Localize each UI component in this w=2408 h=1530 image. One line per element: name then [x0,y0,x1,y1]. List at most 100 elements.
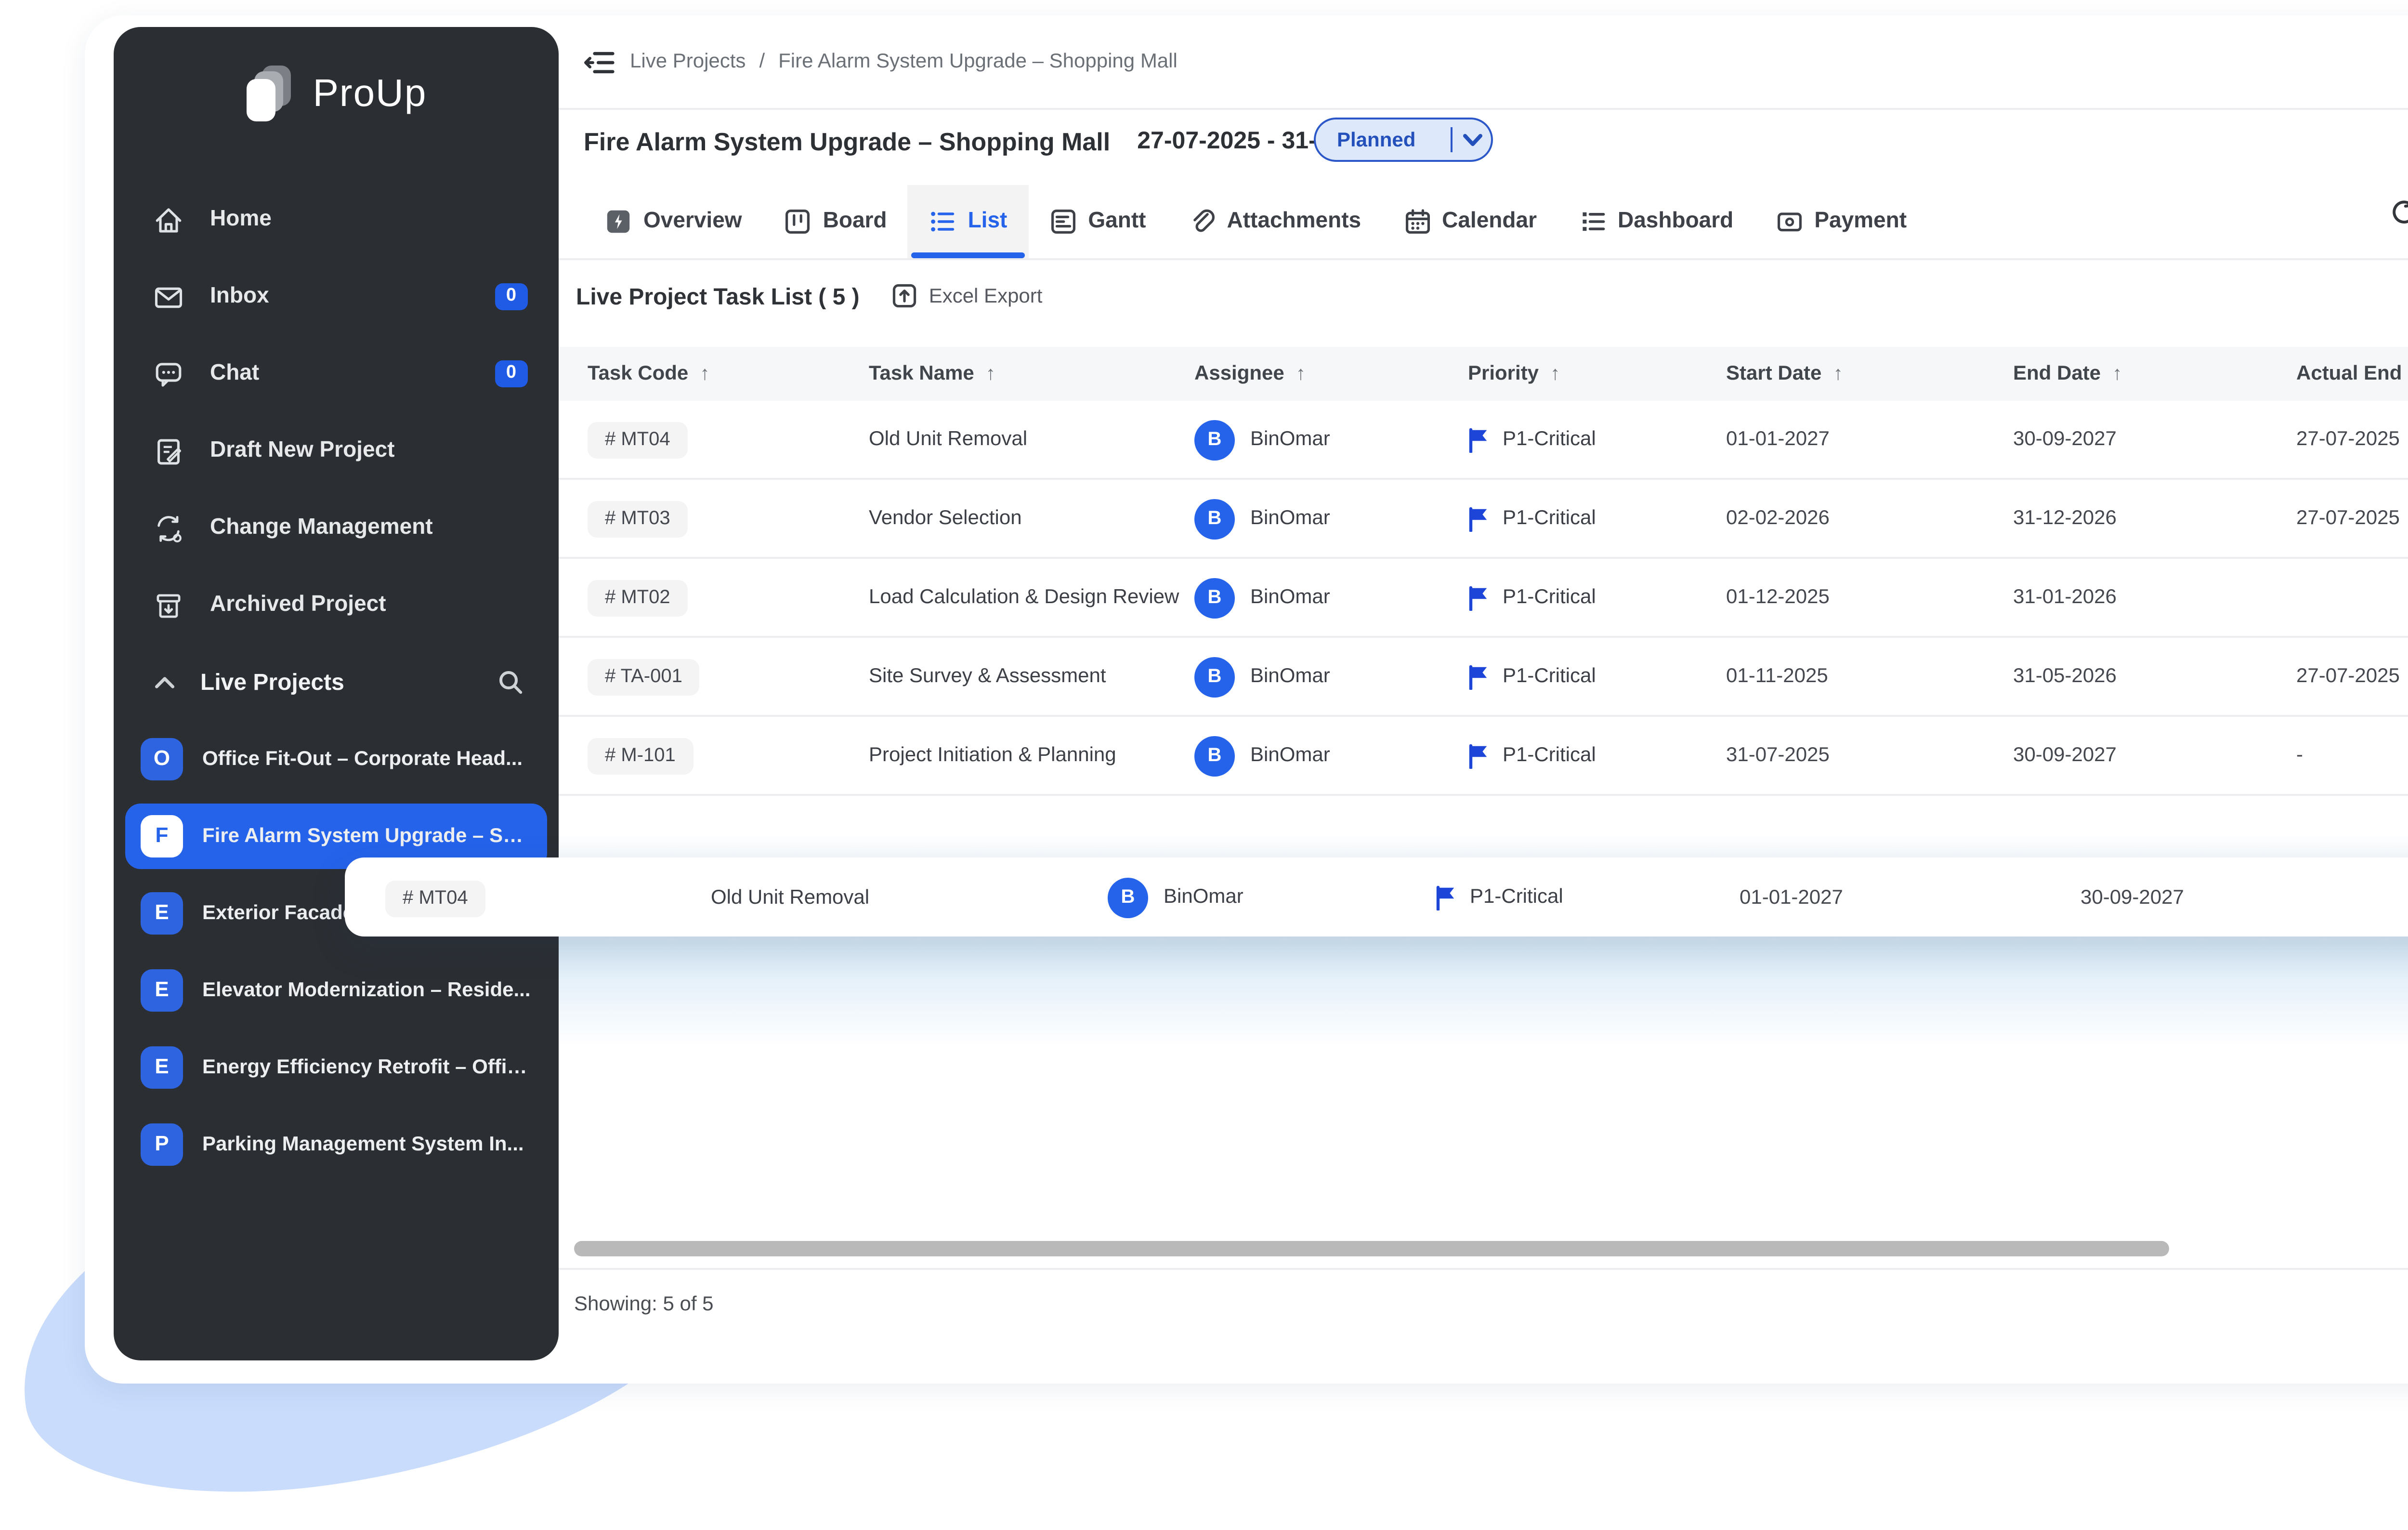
task-name[interactable]: Load Calculation & Design Review [869,586,1194,609]
task-name[interactable]: Old Unit Removal [869,428,1194,451]
refresh-icon[interactable] [2388,197,2408,227]
assignee-avatar: B [1194,656,1235,697]
column-header[interactable]: Actual End Date↑ [2296,362,2408,385]
excel-export-button[interactable]: Excel Export [892,283,1043,308]
chevron-down-icon [1461,132,1482,147]
table-row[interactable]: # MT02 Load Calculation & Design Review … [559,559,2408,638]
sidebar-item-inbox[interactable]: Inbox 0 [114,258,559,335]
tab-attachments[interactable]: Attachments [1167,185,1383,258]
column-header[interactable]: Start Date↑ [1726,362,2013,385]
excel-export-label: Excel Export [929,284,1043,307]
project-item-elevator-modernization[interactable]: E Elevator Modernization – Reside... [125,952,547,1029]
task-list-header: Live Project Task List ( 5 ) Excel Expor… [559,260,2408,331]
priority-label: P1-Critical [1503,665,1596,688]
dashboard-icon [1579,208,1606,235]
column-header[interactable]: End Date↑ [2013,362,2296,385]
tab-label: Payment [1814,210,1907,233]
task-code-chip: # M-101 [588,738,693,775]
tab-overview[interactable]: Overview [584,185,763,258]
tab-list[interactable]: List [908,185,1029,258]
tab-label: Overview [643,210,742,233]
horizontal-scrollbar-thumb[interactable] [574,1241,2169,1256]
showing-count: Showing: 5 of 5 [574,1293,714,1316]
project-title: Fire Alarm System Upgrade – Shopping Mal… [584,126,1110,155]
live-projects-section-header[interactable]: Live Projects [114,644,559,721]
table-row[interactable]: # MT03 Vendor Selection BBinOmar P1-Crit… [559,480,2408,559]
gantt-icon [1049,208,1076,235]
sidebar-item-archived-project[interactable]: Archived Project [114,567,559,644]
chat-count-badge: 0 [495,361,528,387]
change-icon [152,512,185,544]
tab-dashboard[interactable]: Dashboard [1558,185,1754,258]
assignee-name: BinOmar [1250,665,1330,688]
column-header[interactable]: Assignee↑ [1194,362,1468,385]
priority-flag-icon [1468,427,1489,452]
tab-payment[interactable]: Payment [1754,185,1928,258]
priority-label: P1-Critical [1503,744,1596,767]
end-date: 30-09-2027 [2013,428,2296,451]
table-row[interactable]: # TA-001 Site Survey & Assessment B BinOm… [559,638,2408,717]
project-initial-badge: P [141,1123,183,1166]
start-date: 01-12-2025 [1726,586,2013,609]
sidebar-item-home[interactable]: Home [114,181,559,258]
project-status-value: Planned [1316,128,1451,151]
dragged-task-row[interactable]: # MT04 Old Unit Removal BBinOmar P1-Crit… [345,857,2408,936]
project-initial-badge: E [141,969,183,1012]
sort-arrow-icon: ↑ [986,364,995,385]
inbox-icon [152,280,185,313]
project-label: Energy Efficiency Retrofit – Offic... [202,1056,532,1079]
column-header[interactable]: Task Name↑ [869,362,1194,385]
column-header[interactable]: Priority↑ [1468,362,1726,385]
tab-board[interactable]: Board [763,185,908,258]
table-row[interactable]: # M-101 Project Initiation & Planning BB… [559,717,2408,796]
start-date: 01-11-2025 [1726,665,2013,688]
project-initial-badge: F [141,815,183,857]
project-list: O Office Fit-Out – Corporate Head... F F… [114,721,559,1183]
project-item-parking-management[interactable]: P Parking Management System In... [125,1106,547,1183]
project-item-office-fit-out[interactable]: O Office Fit-Out – Corporate Head... [125,721,547,798]
task-code-chip: # TA-001 [588,659,700,696]
tab-gantt[interactable]: Gantt [1028,185,1167,258]
priority-label: P1-Critical [1503,428,1596,451]
app-logo[interactable]: ProUp [114,62,559,127]
home-icon [152,203,185,236]
sidebar-item-label: Home [210,208,528,231]
board-icon [785,208,811,235]
actual-end-date: 27-07-2025 [2296,665,2408,688]
breadcrumb-item[interactable]: Live Projects [630,50,746,73]
payment-icon [1776,208,1803,235]
sidebar-item-change-management[interactable]: Change Management [114,489,559,567]
assignee-avatar: B [1194,735,1235,776]
assignee-avatar: B [1194,498,1235,539]
column-header[interactable]: Task Code↑ [588,362,869,385]
project-item-energy-efficiency-retrofit[interactable]: E Energy Efficiency Retrofit – Offic... [125,1029,547,1106]
sidebar-item-chat[interactable]: Chat 0 [114,335,559,412]
project-status-dropdown[interactable]: Planned [1314,118,1493,162]
sort-arrow-icon: ↑ [1296,364,1306,385]
tab-label: Attachments [1227,210,1361,233]
paperclip-icon [1189,208,1216,235]
table-row[interactable]: # MT04 Old Unit Removal BBinOmar P1-Crit… [559,401,2408,480]
task-name: Old Unit Removal [711,885,869,909]
sort-arrow-icon: ↑ [1550,364,1560,385]
overview-icon [605,208,632,235]
task-name[interactable]: Vendor Selection [869,507,1194,530]
tab-calendar[interactable]: Calendar [1382,185,1558,258]
priority-flag-icon [1468,664,1489,689]
task-name[interactable]: Site Survey & Assessment [869,665,1194,688]
task-name[interactable]: Project Initiation & Planning [869,744,1194,767]
draft-icon [152,435,185,467]
assignee-avatar: B [1108,877,1148,917]
priority-label: P1-Critical [1470,885,1563,909]
project-search-icon[interactable] [497,669,524,696]
table-header-row: Task Code↑ Task Name↑ Assignee↑ Priority… [559,347,2408,401]
start-date: 31-07-2025 [1726,744,2013,767]
sidebar-item-label: Draft New Project [210,439,528,462]
project-label: Elevator Modernization – Reside... [202,979,531,1002]
sidebar-item-label: Change Management [210,516,528,540]
sidebar-item-draft-new-project[interactable]: Draft New Project [114,412,559,489]
project-label: Fire Alarm System Upgrade – Sh... [202,825,532,848]
sidebar-collapse-icon[interactable] [584,47,616,76]
sidebar-menu: Home Inbox 0 Chat 0 Draft New Project [114,181,559,644]
main-content: Live Projects / Fire Alarm System Upgrad… [559,15,2408,1384]
